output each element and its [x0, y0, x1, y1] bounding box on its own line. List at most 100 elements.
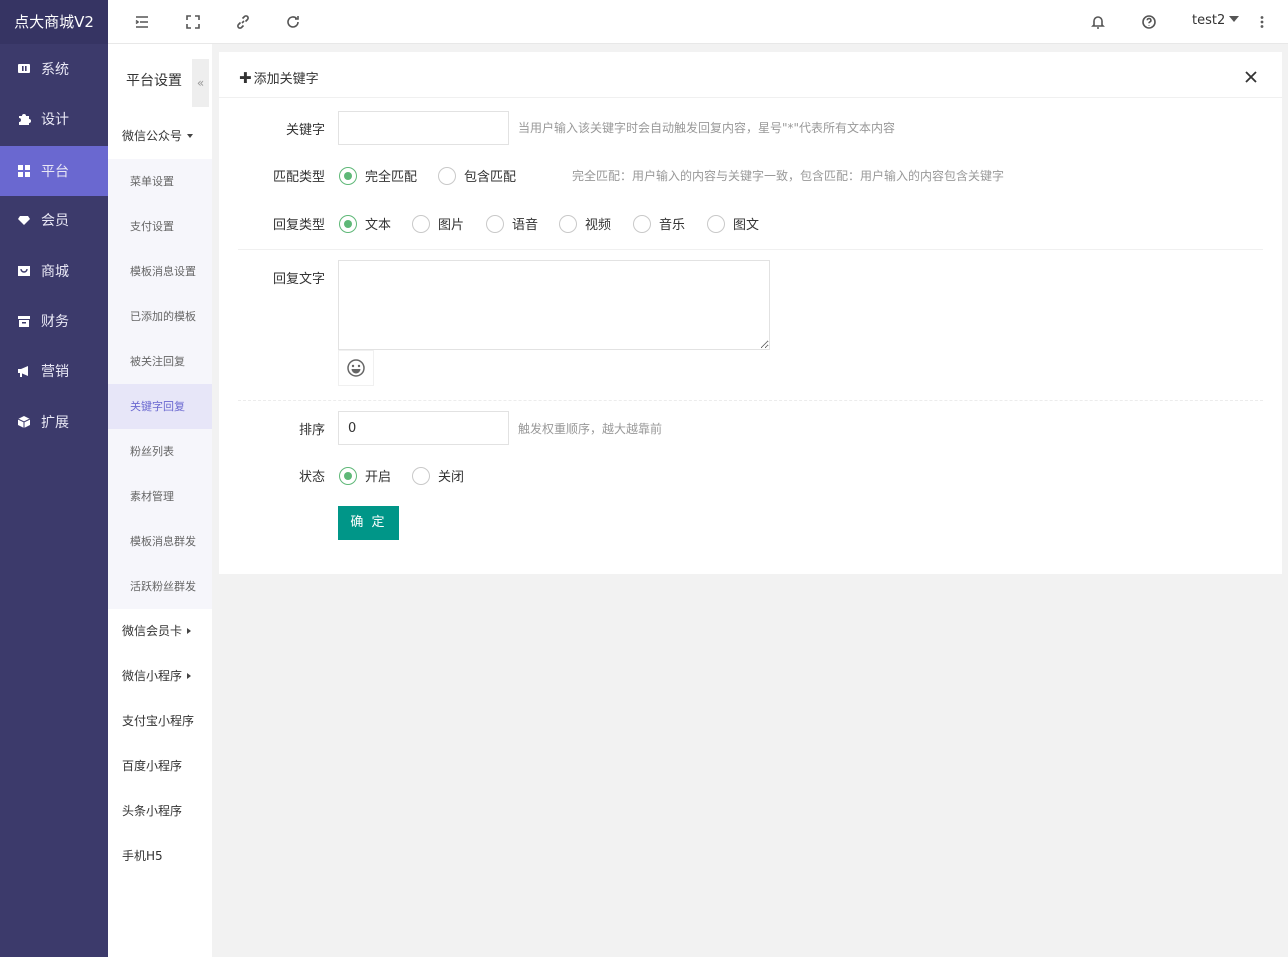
nav-item-extend[interactable]: 扩展	[0, 397, 108, 447]
form-card: ✚ 添加关键字 关键字 当用户输入该关键字时会自动触发回复内容，星号"*"代表所有…	[219, 52, 1282, 574]
reply-type-image-radio[interactable]: 图片	[412, 214, 464, 233]
nav-item-shop[interactable]: 商城	[0, 246, 108, 296]
plus-icon: ✚	[239, 69, 252, 87]
reply-type-video-radio[interactable]: 视频	[559, 214, 611, 233]
nav-item-label: 平台	[41, 164, 69, 180]
group-mobile-h5[interactable]: 手机H5	[108, 834, 212, 879]
radio-dot	[339, 166, 357, 185]
emoji-button[interactable]	[338, 350, 374, 386]
nav-item-member[interactable]: 会员	[0, 195, 108, 245]
nav-item-platform[interactable]: 平台	[0, 146, 108, 196]
radio-dot	[412, 214, 430, 233]
card-header: ✚ 添加关键字	[219, 52, 1282, 98]
group-wechat-official[interactable]: 微信公众号	[108, 114, 212, 159]
subitem-template-broadcast[interactable]: 模板消息群发	[108, 519, 212, 564]
radio-dot	[438, 166, 456, 185]
match-type-label: 匹配类型	[272, 170, 325, 185]
keyword-label: 关键字	[285, 123, 325, 138]
nav-item-label: 扩展	[41, 415, 69, 431]
nav-item-design[interactable]: 设计	[0, 94, 108, 144]
status-label: 状态	[298, 470, 325, 485]
radio-dot	[412, 466, 430, 485]
submit-button[interactable]: 确 定	[338, 506, 399, 540]
radio-dot	[559, 214, 577, 233]
cube-icon	[17, 415, 31, 429]
card-title-text: 添加关键字	[253, 72, 319, 87]
subitem-material[interactable]: 素材管理	[108, 474, 212, 519]
caret-right-icon	[187, 628, 192, 634]
keyword-input[interactable]	[338, 111, 509, 145]
emoji-icon	[347, 359, 365, 377]
nav-item-system[interactable]: 系统	[0, 44, 108, 94]
puzzle-icon	[17, 112, 31, 126]
fullscreen-icon[interactable]	[183, 12, 203, 32]
top-header: test2	[108, 0, 1288, 44]
nav-item-label: 商城	[41, 264, 69, 280]
reply-text-area[interactable]	[338, 260, 770, 350]
collapse-button[interactable]: «	[192, 59, 209, 107]
sort-input[interactable]	[338, 411, 509, 445]
nav-item-finance[interactable]: 财务	[0, 296, 108, 346]
status-on-radio[interactable]: 开启	[339, 466, 391, 485]
subitem-active-fans-broadcast[interactable]: 活跃粉丝群发	[108, 564, 212, 609]
nav-item-label: 财务	[41, 314, 69, 330]
subitem-fans-list[interactable]: 粉丝列表	[108, 429, 212, 474]
bell-icon[interactable]	[1088, 12, 1108, 32]
group-baidu-miniprogram[interactable]: 百度小程序	[108, 744, 212, 789]
subitem-menu-settings[interactable]: 菜单设置	[108, 159, 212, 204]
main-sidebar: 点大商城V2 系统 设计 平台 会员 商城 财务 营销 扩展	[0, 0, 108, 957]
monitor-icon	[17, 62, 31, 76]
nav-item-label: 设计	[41, 112, 69, 128]
radio-dot	[707, 214, 725, 233]
shop-icon	[17, 264, 31, 278]
reply-type-music-radio[interactable]: 音乐	[633, 214, 685, 233]
subitem-keyword-reply[interactable]: 关键字回复	[108, 384, 212, 429]
card-title: ✚ 添加关键字	[239, 68, 319, 87]
match-exact-radio[interactable]: 完全匹配	[339, 166, 417, 185]
group-wechat-miniprogram[interactable]: 微信小程序	[108, 654, 212, 699]
brand-logo: 点大商城V2	[0, 0, 108, 44]
group-toutiao-miniprogram[interactable]: 头条小程序	[108, 789, 212, 834]
radio-dot	[633, 214, 651, 233]
menu-toggle-icon[interactable]	[132, 12, 152, 32]
close-icon[interactable]	[1244, 70, 1260, 86]
radio-dot	[339, 466, 357, 485]
group-alipay-miniprogram[interactable]: 支付宝小程序	[108, 699, 212, 744]
keyword-hint: 当用户输入该关键字时会自动触发回复内容，星号"*"代表所有文本内容	[518, 121, 896, 135]
reply-type-text-radio[interactable]: 文本	[339, 214, 391, 233]
subitem-template-msg-settings[interactable]: 模板消息设置	[108, 249, 212, 294]
match-contains-radio[interactable]: 包含匹配	[438, 166, 516, 185]
sub-sidebar: 平台设置 « 微信公众号 菜单设置 支付设置 模板消息设置 已添加的模板 被关注…	[108, 44, 212, 957]
chevron-down-icon	[1229, 16, 1240, 22]
caret-down-icon	[187, 134, 194, 138]
reply-type-news-radio[interactable]: 图文	[707, 214, 759, 233]
help-icon[interactable]	[1139, 12, 1159, 32]
group-label: 微信会员卡	[122, 624, 183, 638]
divider	[238, 249, 1263, 250]
sort-hint: 触发权重顺序，越大越靠前	[518, 422, 663, 436]
divider	[238, 400, 1263, 401]
nav-item-label: 系统	[41, 62, 69, 78]
group-wechat-card[interactable]: 微信会员卡	[108, 609, 212, 654]
username: test2	[1192, 13, 1226, 28]
caret-right-icon	[187, 673, 192, 679]
diamond-icon	[17, 213, 31, 227]
subitem-pay-settings[interactable]: 支付设置	[108, 204, 212, 249]
wallet-icon	[17, 314, 31, 328]
reply-type-voice-radio[interactable]: 语音	[486, 214, 538, 233]
status-off-radio[interactable]: 关闭	[412, 466, 464, 485]
reply-text-label: 回复文字	[272, 272, 325, 287]
subitem-follow-reply[interactable]: 被关注回复	[108, 339, 212, 384]
grid-icon	[17, 164, 31, 178]
link-icon[interactable]	[233, 12, 253, 32]
megaphone-icon	[17, 364, 31, 378]
refresh-icon[interactable]	[283, 12, 303, 32]
user-menu[interactable]: test2	[1192, 13, 1240, 28]
sub-sidebar-title: 平台设置	[126, 73, 182, 89]
nav-item-marketing[interactable]: 营销	[0, 346, 108, 396]
group-label: 微信小程序	[122, 669, 183, 683]
subitem-added-templates[interactable]: 已添加的模板	[108, 294, 212, 339]
reply-type-label: 回复类型	[272, 218, 325, 233]
radio-dot	[339, 214, 357, 233]
more-vertical-icon[interactable]	[1252, 12, 1272, 32]
